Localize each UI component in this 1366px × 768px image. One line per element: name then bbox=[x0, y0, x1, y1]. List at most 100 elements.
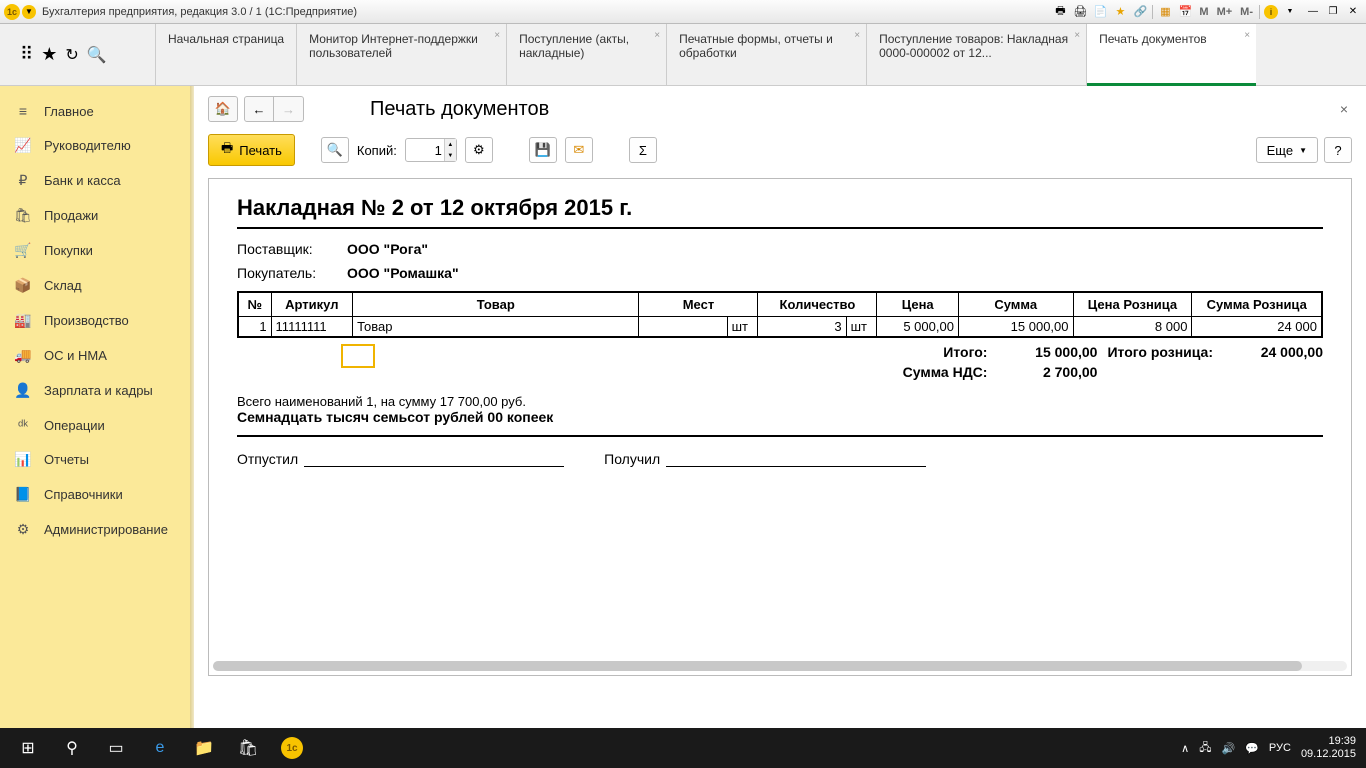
info-icon[interactable]: i bbox=[1264, 5, 1278, 19]
barchart-icon: 📊 bbox=[14, 451, 32, 468]
tab-close-icon[interactable]: × bbox=[1244, 30, 1250, 41]
sum-button[interactable]: Σ bbox=[629, 137, 657, 163]
language-indicator[interactable]: РУС bbox=[1269, 742, 1291, 754]
copies-spinner[interactable]: ▲▼ bbox=[444, 139, 456, 161]
tab-start[interactable]: Начальная страница bbox=[155, 24, 296, 85]
sidebar-item-reports[interactable]: 📊Отчеты bbox=[0, 442, 190, 477]
email-button[interactable]: ✉ bbox=[565, 137, 593, 163]
content-area: 🏠 ← → Печать документов × 🖶Печать 🔍 Копи… bbox=[194, 86, 1366, 728]
sign-line bbox=[304, 466, 564, 467]
tab-print-docs[interactable]: Печать документов× bbox=[1086, 24, 1256, 85]
maximize-button[interactable]: ❐ bbox=[1324, 5, 1342, 19]
gear-icon: ⚙ bbox=[14, 521, 32, 538]
store-icon[interactable]: 🛍 bbox=[226, 728, 270, 768]
sidebar-item-purchases[interactable]: 🛒Покупки bbox=[0, 233, 190, 268]
m-minus-button[interactable]: M- bbox=[1238, 6, 1255, 18]
link-icon[interactable]: 🔗 bbox=[1132, 4, 1148, 20]
sidebar-item-bank[interactable]: ₽Банк и касса bbox=[0, 163, 190, 198]
taskbar: ⊞ ⚲ ▭ e 📁 🛍 1c ∧ 🖧 🔊 💬 РУС 19:39 09.12.2… bbox=[0, 728, 1366, 768]
tab-close-icon[interactable]: × bbox=[854, 30, 860, 41]
sidebar-item-operations[interactable]: ᵈᵏОперации bbox=[0, 408, 190, 442]
tool-icon[interactable]: 📄 bbox=[1092, 4, 1108, 20]
sidebar-item-main[interactable]: ≡Главное bbox=[0, 94, 190, 128]
app-icon: 1c bbox=[4, 4, 20, 20]
notification-icon[interactable]: 💬 bbox=[1245, 742, 1259, 755]
sidebar-item-hr[interactable]: 👤Зарплата и кадры bbox=[0, 373, 190, 408]
col-places: Мест bbox=[639, 292, 758, 317]
explorer-icon[interactable]: 📁 bbox=[182, 728, 226, 768]
help-button[interactable]: ? bbox=[1324, 137, 1352, 163]
sign-line bbox=[666, 466, 926, 467]
search-icon[interactable]: 🔍 bbox=[87, 45, 107, 65]
m-plus-button[interactable]: M+ bbox=[1215, 6, 1235, 18]
table-row[interactable]: 1 11111111 Товар шт 3 шт 5 000,00 15 000… bbox=[238, 317, 1322, 338]
search-button[interactable]: ⚲ bbox=[50, 728, 94, 768]
volume-icon[interactable]: 🔊 bbox=[1222, 742, 1236, 755]
sidebar-item-admin[interactable]: ⚙Администрирование bbox=[0, 512, 190, 547]
titlebar: 1c ▼ Бухгалтерия предприятия, редакция 3… bbox=[0, 0, 1366, 24]
sidebar-item-warehouse[interactable]: 📦Склад bbox=[0, 268, 190, 303]
star-icon[interactable]: ★ bbox=[41, 44, 57, 65]
tray-chevron-icon[interactable]: ∧ bbox=[1181, 742, 1189, 755]
sidebar-item-assets[interactable]: 🚚ОС и НМА bbox=[0, 338, 190, 373]
col-n: № bbox=[238, 292, 271, 317]
calendar-icon[interactable]: 📅 bbox=[1177, 4, 1193, 20]
tab-close-icon[interactable]: × bbox=[654, 30, 660, 41]
preview-button[interactable]: 🔍 bbox=[321, 137, 349, 163]
minimize-button[interactable]: — bbox=[1304, 5, 1322, 19]
favorite-icon[interactable]: ★ bbox=[1112, 4, 1128, 20]
save-button[interactable]: 💾 bbox=[529, 137, 557, 163]
factory-icon: 🏭 bbox=[14, 312, 32, 329]
running-app-icon[interactable]: 1c bbox=[270, 728, 314, 768]
more-button[interactable]: Еще▼ bbox=[1256, 137, 1318, 163]
taskview-button[interactable]: ▭ bbox=[94, 728, 138, 768]
calc-icon[interactable]: ▦ bbox=[1157, 4, 1173, 20]
edge-icon[interactable]: e bbox=[138, 728, 182, 768]
close-panel-button[interactable]: × bbox=[1336, 97, 1352, 121]
tool-icon[interactable]: 🖨 bbox=[1072, 4, 1088, 20]
tool-icon[interactable]: 🖶 bbox=[1052, 4, 1068, 20]
network-icon[interactable]: 🖧 bbox=[1199, 739, 1211, 758]
tab-close-icon[interactable]: × bbox=[1074, 30, 1080, 41]
col-product: Товар bbox=[353, 292, 639, 317]
sidebar-item-manager[interactable]: 📈Руководителю bbox=[0, 128, 190, 163]
close-button[interactable]: ✕ bbox=[1344, 5, 1362, 19]
start-button[interactable]: ⊞ bbox=[6, 728, 50, 768]
home-button[interactable]: 🏠 bbox=[208, 96, 238, 122]
toolbar: 🖶Печать 🔍 Копий: ▲▼ ⚙ 💾 ✉ Σ Еще▼ ? bbox=[208, 134, 1352, 166]
history-icon[interactable]: ↻ bbox=[65, 45, 78, 65]
active-cell[interactable] bbox=[341, 344, 375, 368]
sidebar-item-references[interactable]: 📘Справочники bbox=[0, 477, 190, 512]
cart-icon: 🛒 bbox=[14, 242, 32, 259]
tab-monitor[interactable]: Монитор Интернет-поддержки пользователей… bbox=[296, 24, 506, 85]
tab-goods-receipt[interactable]: Поступление товаров: Накладная 0000-0000… bbox=[866, 24, 1086, 85]
copies-label: Копий: bbox=[357, 143, 397, 158]
summary-words: Семнадцать тысяч семьсот рублей 00 копее… bbox=[237, 409, 1323, 437]
settings-button[interactable]: ⚙ bbox=[465, 137, 493, 163]
tab-printforms[interactable]: Печатные формы, отчеты и обработки× bbox=[666, 24, 866, 85]
tab-receipt[interactable]: Поступление (акты, накладные)× bbox=[506, 24, 666, 85]
window-title: Бухгалтерия предприятия, редакция 3.0 / … bbox=[42, 6, 1052, 18]
m-button[interactable]: M bbox=[1197, 6, 1210, 18]
horizontal-scrollbar[interactable] bbox=[213, 661, 1347, 671]
sidebar-item-production[interactable]: 🏭Производство bbox=[0, 303, 190, 338]
supplier-label: Поставщик: bbox=[237, 241, 347, 257]
document-preview: Накладная № 2 от 12 октября 2015 г. Пост… bbox=[208, 178, 1352, 676]
dropdown-icon[interactable]: ▼ bbox=[22, 5, 36, 19]
clock[interactable]: 19:39 09.12.2015 bbox=[1301, 735, 1356, 761]
sign-in-label: Получил bbox=[604, 451, 660, 467]
col-article: Артикул bbox=[271, 292, 353, 317]
ops-icon: ᵈᵏ bbox=[14, 417, 32, 433]
back-button[interactable]: ← bbox=[244, 96, 274, 122]
sidebar-item-sales[interactable]: 🛍Продажи bbox=[0, 198, 190, 233]
forward-button[interactable]: → bbox=[274, 96, 304, 122]
col-sum: Сумма bbox=[958, 292, 1073, 317]
buyer-label: Покупатель: bbox=[237, 265, 347, 281]
document-title: Накладная № 2 от 12 октября 2015 г. bbox=[237, 195, 1323, 229]
sign-out-label: Отпустил bbox=[237, 451, 298, 467]
print-button[interactable]: 🖶Печать bbox=[208, 134, 295, 166]
info-dropdown-icon[interactable]: ▼ bbox=[1282, 4, 1298, 20]
tab-close-icon[interactable]: × bbox=[494, 30, 500, 41]
apps-icon[interactable]: ⠿ bbox=[20, 44, 33, 65]
summary-line: Всего наименований 1, на сумму 17 700,00… bbox=[237, 394, 1323, 409]
